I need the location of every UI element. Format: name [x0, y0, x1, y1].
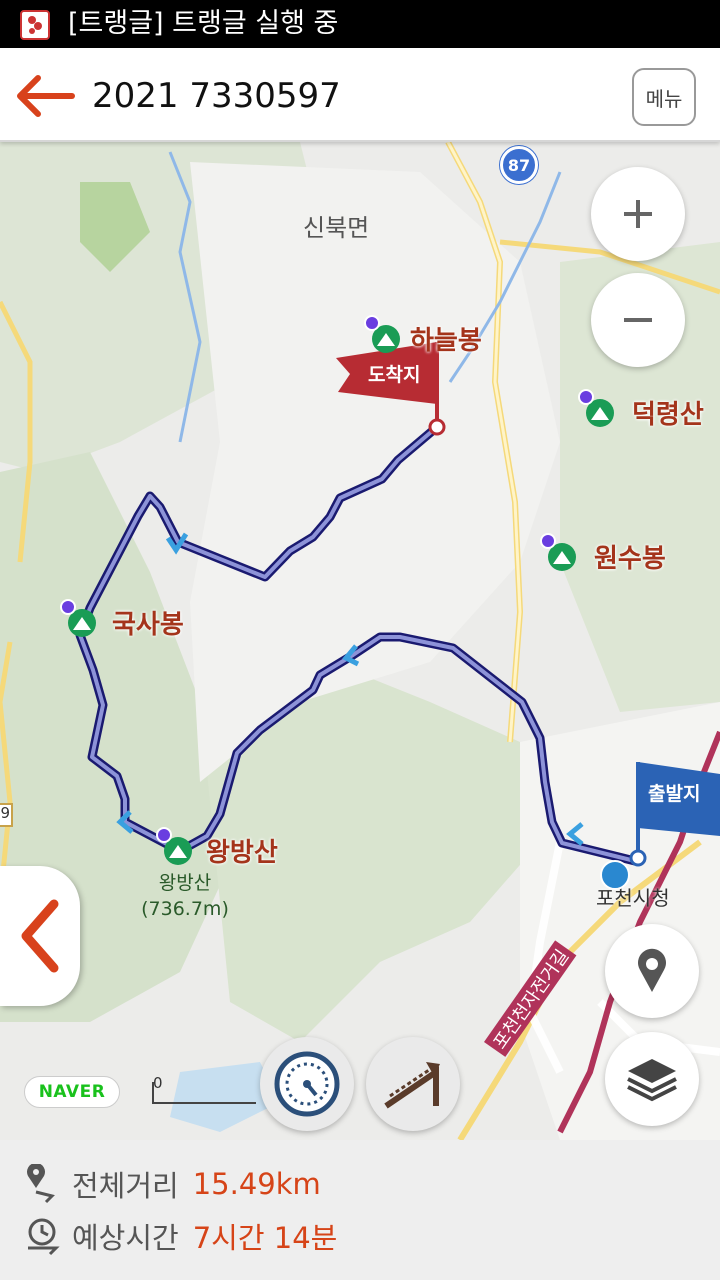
side-panel-toggle[interactable]: [0, 866, 80, 1006]
peak-height: (736.7m): [141, 898, 229, 920]
time-value: 7시간 14분: [192, 1221, 338, 1255]
time-row: 예상시간 7시간 14분: [22, 1214, 337, 1258]
route-summary-panel: 전체거리 15.49km 예상시간 7시간 14분: [0, 1140, 720, 1280]
place-label: 왕방산: [206, 838, 278, 868]
scale-label: 0: [153, 1074, 163, 1092]
place-label: 하늘봉: [410, 326, 482, 356]
status-bar: [트랭글] 트랭글 실행 중: [0, 0, 720, 48]
app-header: 2021 7330597 메뉴: [0, 48, 720, 142]
mountain-icon: [364, 314, 400, 353]
place-wonsubong[interactable]: 원수봉: [540, 532, 666, 575]
zoom-out-button[interactable]: [591, 273, 685, 367]
departure-flag-label: 출발지: [648, 783, 701, 805]
place-wangbangsan[interactable]: 왕방산: [156, 826, 278, 869]
place-haneulbong[interactable]: 하늘봉: [364, 314, 482, 357]
arrival-flag-label: 도착지: [368, 364, 421, 386]
minus-icon: [624, 318, 652, 322]
place-deokryeongsan[interactable]: 덕령산: [578, 388, 704, 431]
road-number-badge: 9: [0, 804, 10, 822]
place-guksabong[interactable]: 국사봉: [60, 598, 184, 641]
route-distance-icon: [27, 1164, 55, 1204]
naver-logo: NAVER: [24, 1076, 120, 1108]
distance-label: 전체거리: [72, 1169, 179, 1203]
elevation-slope-icon: [384, 1062, 440, 1109]
peak-name: 왕방산: [158, 872, 212, 894]
map-scale: 0: [152, 1074, 256, 1104]
layers-icon: [627, 1059, 677, 1102]
plus-icon: [624, 200, 652, 228]
mountain-icon: [60, 598, 96, 637]
speed-button[interactable]: [260, 1037, 354, 1131]
layers-button[interactable]: [605, 1032, 699, 1126]
place-label: 덕령산: [632, 400, 704, 430]
map-view[interactable]: 87 신북면 하늘봉 덕령산 원수봉 국사봉 왕방산 왕방산 (736.7m) …: [0, 142, 720, 1140]
location-button[interactable]: [605, 924, 699, 1018]
trangle-app-icon: [20, 10, 50, 40]
clock-icon: [28, 1218, 60, 1256]
mountain-icon: [156, 826, 192, 865]
elevation-button[interactable]: [366, 1037, 460, 1131]
menu-button[interactable]: 메뉴: [632, 68, 696, 126]
distance-value: 15.49km: [192, 1167, 321, 1201]
peak-caption: 왕방산 (736.7m): [140, 870, 230, 922]
speedometer-icon: [274, 1051, 340, 1117]
place-label: 국사봉: [112, 610, 184, 640]
chevron-left-icon: [21, 899, 59, 973]
place-label: 원수봉: [594, 544, 666, 574]
location-pin-icon: [638, 948, 666, 992]
route-87-badge: 87: [500, 146, 538, 184]
region-label: 신북면: [303, 214, 370, 242]
time-label: 예상시간: [72, 1221, 179, 1255]
status-title: [트랭글] 트랭글 실행 중: [68, 8, 339, 39]
zoom-in-button[interactable]: [591, 167, 685, 261]
distance-row: 전체거리 15.49km: [22, 1162, 321, 1206]
page-title: 2021 7330597: [92, 76, 341, 116]
mountain-icon: [578, 388, 614, 427]
city-hall-icon: [600, 860, 630, 890]
back-arrow-icon[interactable]: [14, 74, 76, 118]
mountain-icon: [540, 532, 576, 571]
